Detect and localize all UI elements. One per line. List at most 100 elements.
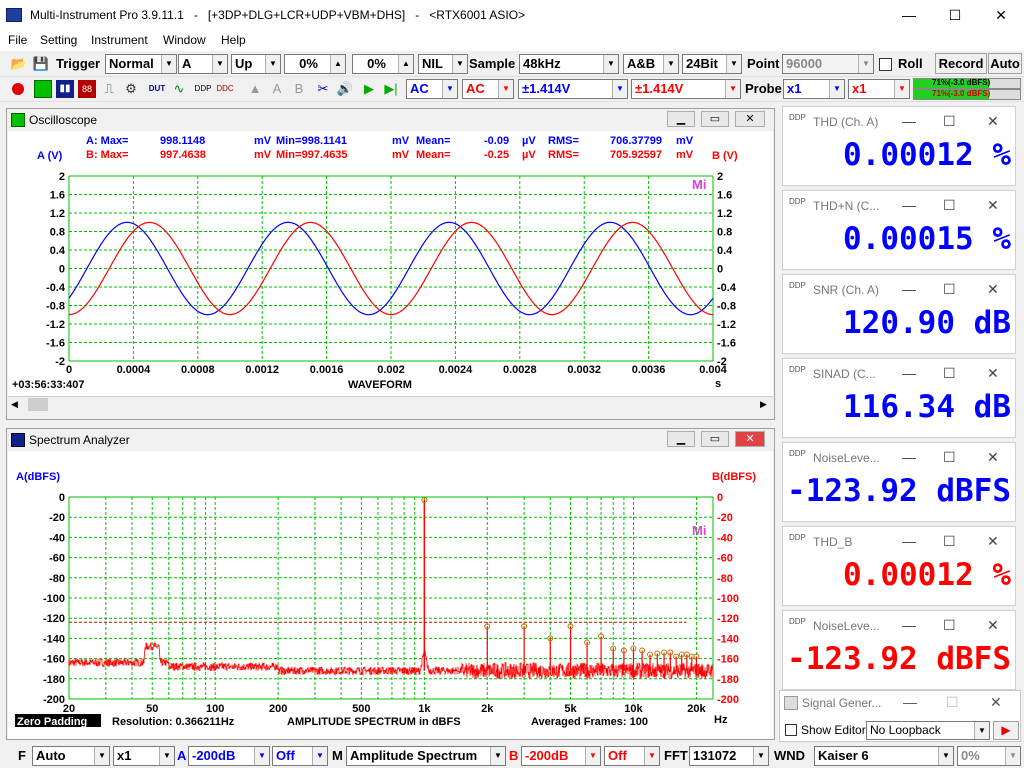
meter-maximize-button[interactable]: ☐	[943, 197, 956, 214]
save-icon[interactable]: 💾	[32, 55, 50, 73]
oscilloscope-titlebar[interactable]: Oscilloscope ▁ ▭ ✕	[7, 109, 774, 131]
measure-b-icon[interactable]: B	[290, 80, 308, 98]
oscilloscope-plot-area[interactable]: A: Max= 998.1148 mV Min= -998.1141 mV Me…	[8, 131, 773, 396]
meter-maximize-button[interactable]: ☐	[943, 281, 956, 298]
b-off-select[interactable]: Off ▼	[604, 746, 660, 766]
x-tick-label: 0.0032	[567, 364, 601, 376]
trigger-channel-select[interactable]: A ▼	[178, 54, 228, 74]
cursor-icon[interactable]: ✂	[314, 80, 332, 98]
panel-close-button[interactable]: ✕	[735, 431, 765, 447]
panel-minimize-button[interactable]: ▁	[667, 111, 695, 127]
play-once-icon[interactable]: ▶|	[382, 80, 400, 98]
loopback-select[interactable]: No Loopback ▼	[866, 721, 990, 740]
meter-maximize-button[interactable]: ☐	[943, 617, 956, 634]
meter-minimize-button[interactable]: —	[902, 281, 916, 297]
pretrigger-spin[interactable]: 0% ▲	[352, 54, 414, 74]
window-function-select[interactable]: Kaiser 6 ▼	[814, 746, 954, 766]
spin-arrows-icon[interactable]: ▲	[398, 55, 413, 73]
panel-restore-button[interactable]: ▭	[701, 111, 729, 127]
meter-maximize-button[interactable]: ☐	[943, 449, 956, 466]
meter-close-button[interactable]: ✕	[987, 365, 999, 382]
generator-play-button[interactable]: ▶	[993, 721, 1019, 740]
mult-select[interactable]: x1 ▼	[113, 746, 175, 766]
play-icon[interactable]: ▶	[360, 80, 378, 98]
overlap-select[interactable]: 0% ▼	[957, 746, 1021, 766]
open-folder-icon[interactable]: 📂	[10, 55, 28, 73]
panel-minimize-button[interactable]: —	[903, 694, 917, 710]
a-off-select[interactable]: Off ▼	[272, 746, 328, 766]
freq-scale-select[interactable]: Auto ▼	[32, 746, 110, 766]
spectrum-plot-area[interactable]: A(dBFS) B(dBFS) Hz Resolution: 0.366211H…	[8, 451, 773, 739]
meter-close-button[interactable]: ✕	[987, 281, 999, 298]
trigger-edge-select[interactable]: Up ▼	[231, 54, 281, 74]
spectrum-analyzer-icon[interactable]: ▮▮	[56, 80, 74, 98]
meter-close-button[interactable]: ✕	[987, 617, 999, 634]
signal-generator-icon[interactable]: ∿	[170, 80, 188, 98]
device-icon[interactable]: ▲	[246, 80, 264, 98]
menu-window[interactable]: Window	[163, 33, 206, 47]
trigger-level-spin[interactable]: 0% ▲	[284, 54, 346, 74]
coupling-a-select[interactable]: AC ▼	[406, 79, 458, 99]
bits-select[interactable]: 24Bit ▼	[682, 54, 742, 74]
dut-icon[interactable]: DUT	[148, 80, 166, 98]
close-button[interactable]: ✕	[978, 0, 1024, 31]
fft-size-select[interactable]: 131072 ▼	[689, 746, 769, 766]
multimeter-icon[interactable]: 88	[78, 80, 96, 98]
minimize-button[interactable]: —	[886, 0, 932, 31]
meter-minimize-button[interactable]: —	[902, 617, 916, 633]
meter-minimize-button[interactable]: —	[902, 533, 916, 549]
show-editor-checkbox[interactable]	[785, 724, 797, 736]
menu-instrument[interactable]: Instrument	[91, 33, 148, 47]
sample-rate-select[interactable]: 48kHz ▼	[519, 54, 619, 74]
channel-select[interactable]: A&B ▼	[623, 54, 679, 74]
spectrum-titlebar[interactable]: Spectrum Analyzer ▁ ▭ ✕	[7, 429, 774, 451]
meter-minimize-button[interactable]: —	[902, 365, 916, 381]
maximize-button[interactable]: ☐	[932, 0, 978, 31]
meter-maximize-button[interactable]: ☐	[943, 113, 956, 130]
meter-close-button[interactable]: ✕	[987, 449, 999, 466]
panel-minimize-button[interactable]: ▁	[667, 431, 695, 447]
probe-b-select[interactable]: x1 ▼	[848, 79, 910, 99]
panel-restore-button[interactable]: ▭	[701, 431, 729, 447]
oscilloscope-icon[interactable]	[34, 80, 52, 98]
meter-close-button[interactable]: ✕	[987, 197, 999, 214]
probe-a-select[interactable]: x1 ▼	[783, 79, 845, 99]
meter-minimize-button[interactable]: —	[902, 113, 916, 129]
b-level-select[interactable]: -200dB ▼	[521, 746, 601, 766]
scroll-thumb[interactable]	[28, 398, 48, 411]
menu-file[interactable]: File	[8, 33, 27, 47]
spin-arrows-icon[interactable]: ▲	[330, 55, 345, 73]
menu-help[interactable]: Help	[221, 33, 246, 47]
oscilloscope-scrollbar[interactable]: ◀ ▶	[8, 396, 773, 413]
speaker-icon[interactable]: 🔊	[336, 80, 354, 98]
meter-close-button[interactable]: ✕	[987, 113, 999, 130]
scroll-right-icon[interactable]: ▶	[760, 399, 767, 410]
panel-close-button[interactable]: ✕	[735, 111, 765, 127]
meter-close-button[interactable]: ✕	[987, 533, 999, 550]
meter-minimize-button[interactable]: —	[902, 449, 916, 465]
meter-maximize-button[interactable]: ☐	[943, 533, 956, 550]
trigger-mode-select[interactable]: Normal ▼	[105, 54, 177, 74]
record-dot-icon[interactable]	[12, 83, 24, 95]
record-button[interactable]: Record	[935, 53, 987, 74]
function-select[interactable]: Amplitude Spectrum ▼	[346, 746, 506, 766]
data-logger-icon[interactable]: ⚙	[122, 80, 140, 98]
meter-minimize-button[interactable]: —	[902, 197, 916, 213]
phase-plot-icon[interactable]: ⎍	[100, 80, 118, 98]
panel-maximize-button[interactable]: ☐	[946, 694, 959, 711]
nil-select[interactable]: NIL ▼	[418, 54, 468, 74]
auto-button[interactable]: Auto	[988, 53, 1022, 74]
roll-checkbox[interactable]	[879, 58, 892, 71]
panel-close-button[interactable]: ✕	[990, 694, 1002, 711]
range-a-select[interactable]: ±1.414V ▼	[518, 79, 628, 99]
meter-maximize-button[interactable]: ☐	[943, 365, 956, 382]
a-level-select[interactable]: -200dB ▼	[188, 746, 270, 766]
scroll-left-icon[interactable]: ◀	[11, 399, 18, 410]
coupling-b-select[interactable]: AC ▼	[462, 79, 514, 99]
menu-setting[interactable]: Setting	[40, 33, 77, 47]
ddc-icon[interactable]: DDC	[216, 80, 234, 98]
range-b-select[interactable]: ±1.414V ▼	[631, 79, 741, 99]
measure-a-icon[interactable]: A	[268, 80, 286, 98]
points-select[interactable]: 96000 ▼	[782, 54, 874, 74]
ddp-icon[interactable]: DDP	[194, 80, 212, 98]
